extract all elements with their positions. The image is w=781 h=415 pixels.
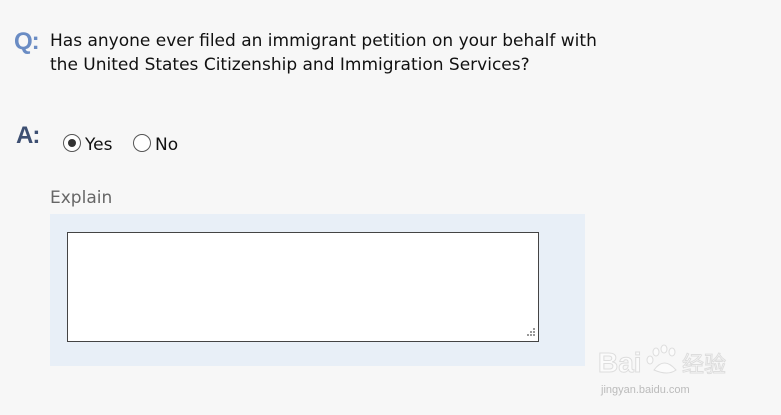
- radio-no-button[interactable]: [133, 134, 151, 152]
- svg-text:经验: 经验: [682, 353, 726, 378]
- resize-grip-icon[interactable]: [524, 327, 536, 339]
- radio-no-label: No: [155, 135, 179, 155]
- radio-option-no[interactable]: No: [133, 133, 179, 155]
- explain-label: Explain: [50, 188, 113, 208]
- question-marker: Q:: [14, 28, 40, 55]
- explain-textarea[interactable]: [67, 232, 539, 342]
- svg-text:Bai: Bai: [598, 347, 642, 378]
- radio-yes-label: Yes: [85, 135, 113, 155]
- radio-option-yes[interactable]: Yes: [63, 133, 113, 155]
- watermark-subtext: jingyan.baidu.com: [601, 384, 690, 396]
- question-text: Has anyone ever filed an immigrant petit…: [50, 31, 597, 75]
- radio-yes-button[interactable]: [63, 134, 81, 152]
- answer-marker: A:: [16, 122, 40, 149]
